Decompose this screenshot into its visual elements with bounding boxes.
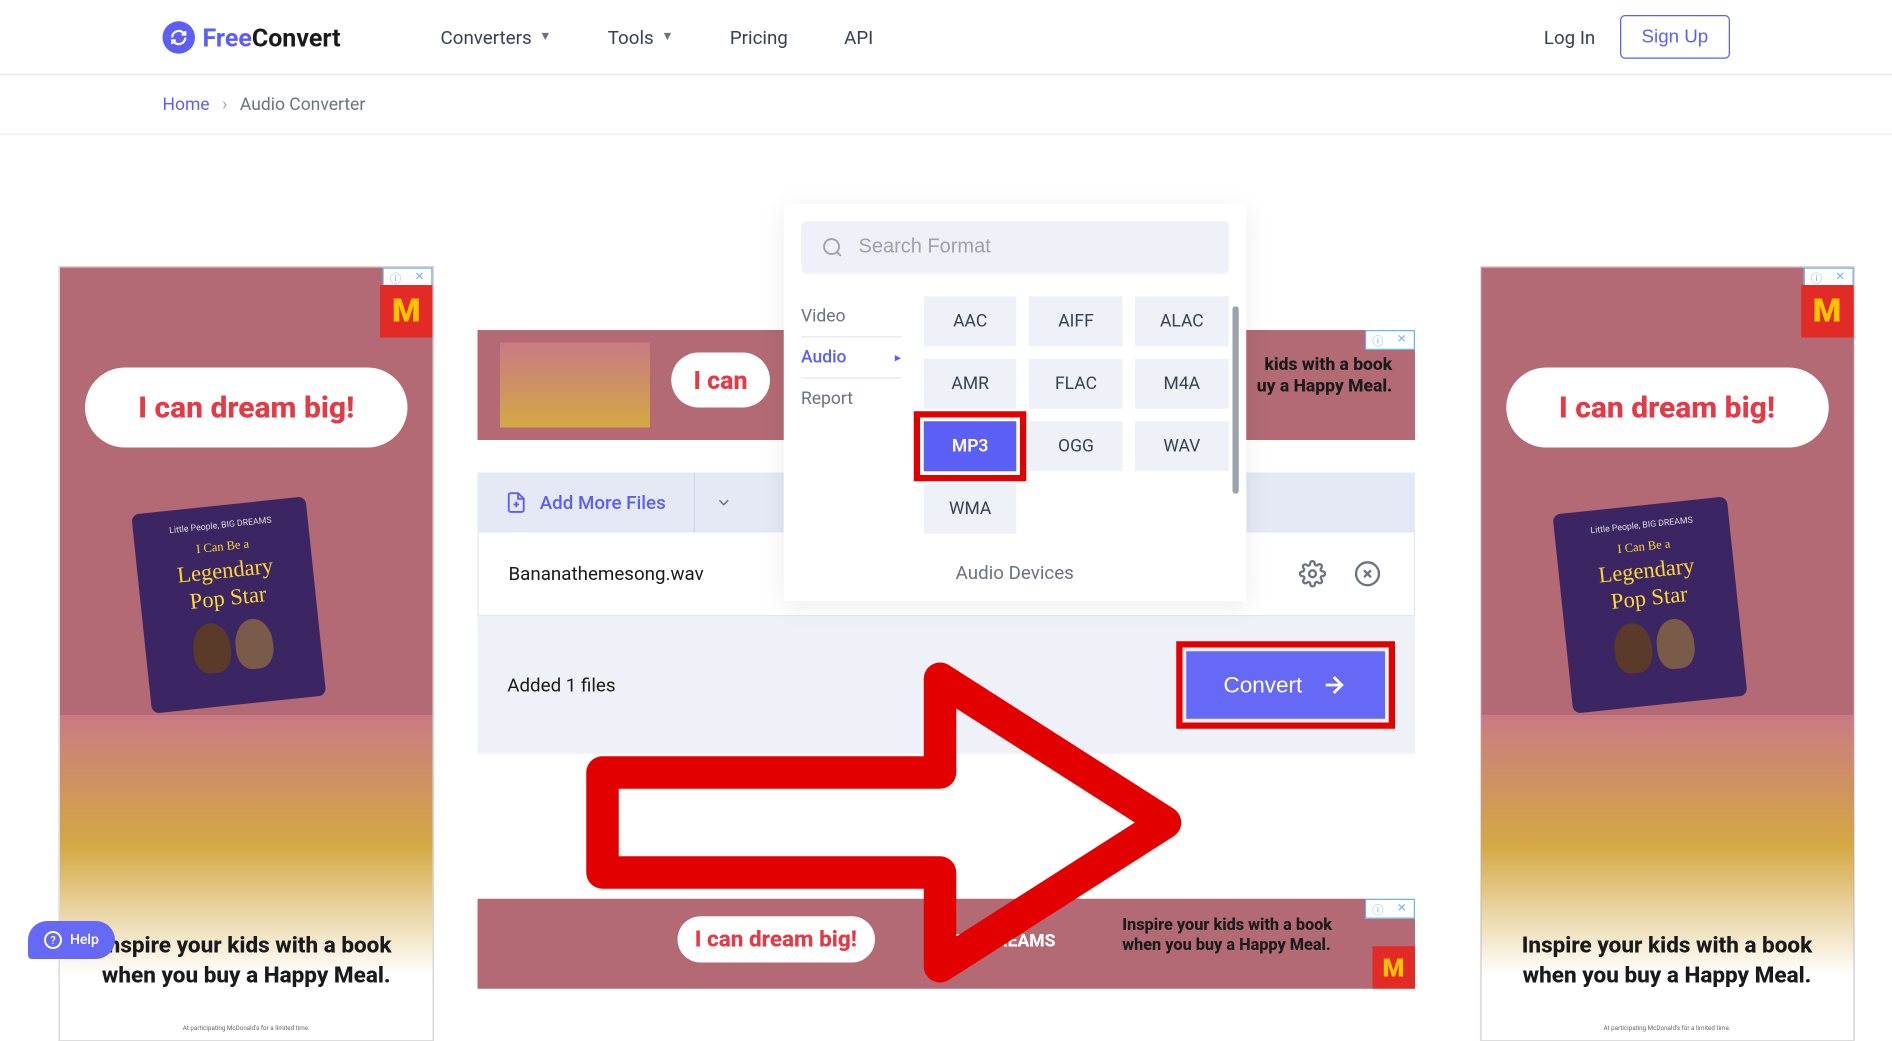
file-actions [1296, 558, 1384, 591]
bottom-banner-ad[interactable]: ⓘ✕ I can dream big! BIG DREAMS Inspire y… [477, 899, 1415, 989]
convert-button[interactable]: Convert [1186, 651, 1385, 719]
format-grid: AAC AIFF ALAC AMR FLAC M4A MP3 OGG WAV W… [923, 296, 1228, 534]
fmt-ogg[interactable]: OGG [1029, 421, 1122, 471]
format-popup: Video Audio▸ Report AAC AIFF ALAC AMR FL… [783, 204, 1246, 602]
ad-book: Little People, BIG DREAMS I Can Be a Leg… [1552, 496, 1747, 713]
close-circle-icon [1353, 560, 1381, 588]
file-plus-icon [505, 489, 528, 517]
ad-text: Inspire your kids with a book when you b… [85, 932, 408, 990]
remove-file-button[interactable] [1351, 558, 1384, 591]
logo-free: Free [203, 22, 252, 52]
nav-converters[interactable]: Converters▼ [441, 26, 552, 49]
settings-button[interactable] [1296, 558, 1329, 591]
ad-fine-print: At participating McDonald's for a limite… [1506, 1025, 1829, 1033]
added-count: Added 1 files [507, 674, 615, 697]
mcdonalds-logo-icon: M [1372, 946, 1415, 989]
fmt-aiff[interactable]: AIFF [1029, 296, 1122, 346]
mcdonalds-logo-icon: M [380, 285, 433, 338]
nav: Converters▼ Tools▼ Pricing API [441, 26, 874, 49]
category-list: Video Audio▸ Report [801, 296, 901, 534]
logo[interactable]: FreeConvert [163, 21, 341, 54]
help-widget[interactable]: ? Help [28, 921, 115, 959]
logo-icon [163, 21, 196, 54]
ad-wave [1481, 715, 1854, 1040]
ad-badge-icon[interactable]: ⓘ✕ [1365, 330, 1415, 350]
scrollbar[interactable] [1232, 306, 1238, 494]
banner-right: Inspire your kids with a book when you b… [1122, 916, 1360, 955]
fmt-wma[interactable]: WMA [923, 484, 1016, 534]
ad-left[interactable]: ⓘ✕ M I can dream big! Little People, BIG… [59, 266, 434, 1041]
fmt-wav[interactable]: WAV [1135, 421, 1228, 471]
fmt-amr[interactable]: AMR [923, 359, 1016, 409]
ad-book: Little People, BIG DREAMS I Can Be a Leg… [131, 496, 326, 713]
gear-icon [1298, 560, 1326, 588]
ad-text: Inspire your kids with a book when you b… [1506, 932, 1829, 990]
cat-audio[interactable]: Audio▸ [801, 338, 901, 379]
search-format-box[interactable] [801, 221, 1229, 274]
banner-mid: BIG DREAMS [952, 931, 1055, 951]
caret-right-icon: ▸ [895, 351, 901, 365]
mcdonalds-logo-icon: M [1801, 285, 1854, 338]
ad-headline: I can dream big! [85, 368, 408, 448]
main: ⓘ✕ M I can dream big! Little People, BIG… [0, 204, 1892, 989]
search-icon [821, 236, 844, 259]
chevron-down-icon: ▼ [539, 30, 551, 44]
banner-headline: I can [671, 353, 770, 408]
cat-video[interactable]: Video [801, 296, 901, 337]
ad-fine-print: At participating McDonald's for a limite… [85, 1025, 408, 1033]
banner-text-right: kids with a bookuy a Happy Meal. [1257, 355, 1392, 397]
ad-badge-icon[interactable]: ⓘ✕ [1365, 899, 1415, 919]
ad-headline: I can dream big! [1506, 368, 1829, 448]
header: FreeConvert Converters▼ Tools▼ Pricing A… [0, 0, 1892, 75]
cat-report[interactable]: Report [801, 379, 901, 419]
fmt-m4a[interactable]: M4A [1135, 359, 1228, 409]
breadcrumb: Home › Audio Converter [0, 75, 1892, 135]
fmt-aac[interactable]: AAC [923, 296, 1016, 346]
nav-api[interactable]: API [844, 26, 873, 49]
add-more-dropdown[interactable] [693, 473, 753, 533]
chevron-down-icon: ▼ [661, 30, 673, 44]
login-link[interactable]: Log In [1544, 26, 1595, 49]
center-column: Au The be ⓘ✕ I can kids with a bookuy a … [477, 204, 1415, 989]
fmt-mp3[interactable]: MP3 [923, 421, 1016, 471]
bottom-row: Added 1 files Convert [477, 616, 1415, 754]
arrow-right-icon [1320, 671, 1348, 699]
signup-button[interactable]: Sign Up [1620, 15, 1729, 59]
add-more-files-button[interactable]: Add More Files [477, 473, 693, 533]
breadcrumb-home[interactable]: Home [163, 94, 210, 114]
search-format-input[interactable] [858, 236, 1208, 259]
breadcrumb-current: Audio Converter [240, 94, 365, 114]
chevron-down-icon [715, 494, 733, 512]
nav-pricing[interactable]: Pricing [730, 26, 788, 49]
ad-right[interactable]: ⓘ✕ M I can dream big! Little People, BIG… [1479, 266, 1854, 1041]
audio-devices-label: Audio Devices [801, 561, 1229, 584]
ad-wave [60, 715, 433, 1040]
nav-tools[interactable]: Tools▼ [608, 26, 674, 49]
help-icon: ? [44, 931, 62, 949]
chevron-right-icon: › [222, 94, 227, 114]
auth: Log In Sign Up [1544, 15, 1730, 59]
fmt-alac[interactable]: ALAC [1135, 296, 1228, 346]
banner-headline: I can dream big! [677, 916, 874, 962]
fmt-flac[interactable]: FLAC [1029, 359, 1122, 409]
logo-convert: Convert [252, 22, 341, 52]
